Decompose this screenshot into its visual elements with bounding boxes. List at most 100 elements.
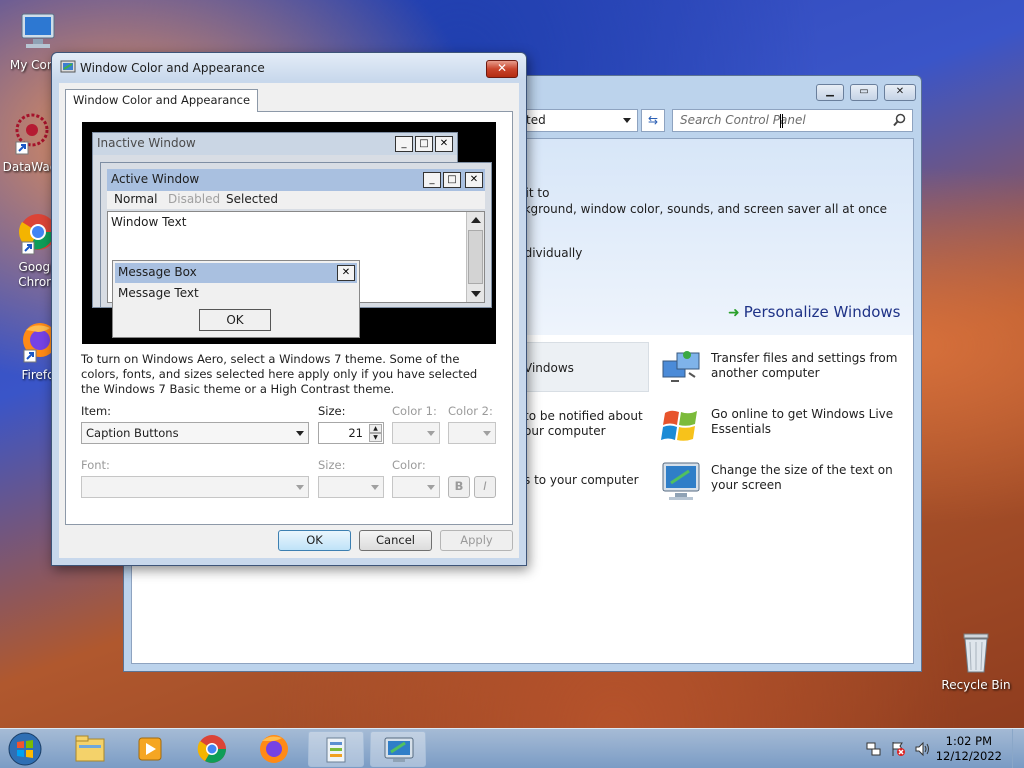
font-select[interactable] (81, 476, 309, 498)
minimize-icon: _ (423, 172, 441, 188)
taskbar-control-panel[interactable] (308, 731, 364, 767)
color1-label: Color 1: (392, 404, 437, 418)
search-icon[interactable] (893, 113, 906, 130)
task-left-text-3[interactable]: our computer (524, 424, 606, 438)
task-left-text-4[interactable]: s to your computer (524, 473, 639, 487)
preview-message-box[interactable]: Message Box ✕ Message Text OK (112, 260, 360, 338)
maximize-icon: □ (415, 136, 433, 152)
size-value: 21 (348, 426, 363, 440)
taskbar-appearance[interactable] (370, 731, 426, 767)
taskbar-media-player[interactable] (122, 731, 178, 767)
tray-volume-icon[interactable] (914, 741, 930, 757)
scroll-thumb (468, 230, 483, 284)
personalize-link[interactable]: ➜ Personalize Windows (728, 303, 901, 321)
computer-icon (16, 10, 60, 54)
chevron-down-icon (296, 431, 304, 436)
cancel-button[interactable]: Cancel (359, 530, 432, 551)
font-size-select[interactable] (318, 476, 384, 498)
chevron-down-icon[interactable] (623, 118, 631, 123)
tab-window-color-appearance[interactable]: Window Color and Appearance (65, 89, 259, 112)
color1-picker[interactable] (392, 422, 440, 444)
window-color-appearance-dialog[interactable]: Window Color and Appearance ✕ Window Col… (51, 52, 527, 566)
item-select-value: Caption Buttons (86, 426, 179, 440)
search-placeholder: Search Control Panel (680, 113, 806, 127)
dialog-close-button[interactable]: ✕ (486, 60, 518, 78)
message-text: Message Text (118, 286, 199, 300)
taskbar-chrome[interactable] (184, 731, 240, 767)
font-label: Font: (81, 458, 110, 472)
preview-menu-bar: Normal Disabled Selected (107, 191, 485, 209)
banner-text-2: ckground, window color, sounds, and scre… (517, 202, 888, 216)
close-icon: ✕ (435, 136, 453, 152)
taskbar: 1:02 PM 12/12/2022 (0, 728, 1024, 768)
apply-button[interactable]: Apply (440, 530, 513, 551)
font-size-label: Size: (318, 458, 346, 472)
maximize-button[interactable]: ▭ (850, 84, 878, 101)
close-button[interactable]: ✕ (884, 84, 916, 101)
dialog-body: Window Color and Appearance Inactive Win… (59, 83, 519, 558)
active-window-title: Active Window (111, 172, 200, 186)
clock-time: 1:02 PM (945, 734, 993, 748)
active-window-titlebar: Active Window _ □ ✕ (107, 169, 485, 191)
spin-down-icon[interactable]: ▼ (369, 433, 382, 442)
chrome-icon (197, 735, 226, 763)
taskbar-clock[interactable]: 1:02 PM 12/12/2022 (936, 734, 1002, 764)
size-spinner[interactable]: 21 ▲ ▼ (318, 422, 384, 444)
tab-panel: Inactive Window _ □ ✕ Active Window _ □ … (65, 111, 513, 525)
color2-label: Color 2: (448, 404, 493, 418)
ok-button[interactable]: OK (278, 530, 351, 551)
appearance-preview[interactable]: Inactive Window _ □ ✕ Active Window _ □ … (82, 122, 496, 344)
message-ok-label: OK (226, 313, 244, 327)
task-windows-live-label: Go online to get Windows Live Essentials (711, 407, 894, 436)
tray-action-center-icon[interactable] (890, 741, 906, 757)
menu-disabled: Disabled (168, 192, 221, 206)
maximize-icon: □ (443, 172, 461, 188)
chevron-down-icon (371, 485, 379, 490)
start-button[interactable] (6, 731, 44, 767)
bold-button[interactable]: B (448, 476, 470, 498)
task-left-text-1[interactable]: Vindows (524, 361, 574, 375)
dialog-titlebar[interactable]: Window Color and Appearance ✕ (52, 53, 526, 81)
minimize-button[interactable]: ▁ (816, 84, 844, 101)
close-icon: ✕ (496, 61, 508, 75)
recycle-bin-icon (954, 630, 998, 674)
close-icon: ✕ (465, 172, 483, 188)
window-text: Window Text (111, 215, 187, 229)
menu-selected: Selected (226, 192, 279, 206)
tray-network-icon[interactable] (866, 741, 882, 757)
desktop-icon-label: Recycle Bin (941, 678, 1011, 692)
message-box-title: Message Box (118, 265, 197, 279)
task-left-text-2[interactable]: to be notified about (524, 409, 643, 423)
show-desktop-button[interactable] (1012, 729, 1024, 768)
chevron-down-icon (483, 431, 491, 436)
item-select[interactable]: Caption Buttons (81, 422, 309, 444)
scroll-down-icon (471, 291, 481, 297)
scroll-up-icon (471, 217, 481, 223)
dialog-title: Window Color and Appearance (80, 61, 265, 75)
windows-logo-icon (659, 403, 703, 447)
transfer-files-icon (659, 347, 703, 391)
arrow-right-icon: ➜ (728, 305, 740, 321)
item-label: Item: (81, 404, 112, 418)
italic-button[interactable]: I (474, 476, 496, 498)
chevron-down-icon (427, 431, 435, 436)
taskbar-firefox[interactable] (246, 731, 302, 767)
appearance-icon (60, 60, 76, 74)
font-color-picker[interactable] (392, 476, 440, 498)
search-input[interactable]: Search Control Panel (672, 109, 913, 132)
personalize-link-label: Personalize Windows (743, 303, 901, 321)
task-text-size-label: Change the size of the text on your scre… (711, 463, 893, 492)
clock-date: 12/12/2022 (935, 749, 1002, 763)
inactive-window-title: Inactive Window (97, 136, 196, 150)
message-ok-button[interactable]: OK (199, 309, 271, 331)
chevron-down-icon (427, 485, 435, 490)
color2-picker[interactable] (448, 422, 496, 444)
preview-scrollbar (466, 212, 484, 302)
menu-normal: Normal (114, 192, 158, 206)
desktop-icon-recycle-bin[interactable]: Recycle Bin (940, 630, 1012, 693)
taskbar-explorer[interactable] (62, 731, 118, 767)
spin-up-icon[interactable]: ▲ (369, 424, 382, 433)
datawag-icon (8, 112, 52, 156)
refresh-button[interactable]: ⇆ (641, 109, 665, 132)
text-cursor-icon (780, 114, 783, 128)
